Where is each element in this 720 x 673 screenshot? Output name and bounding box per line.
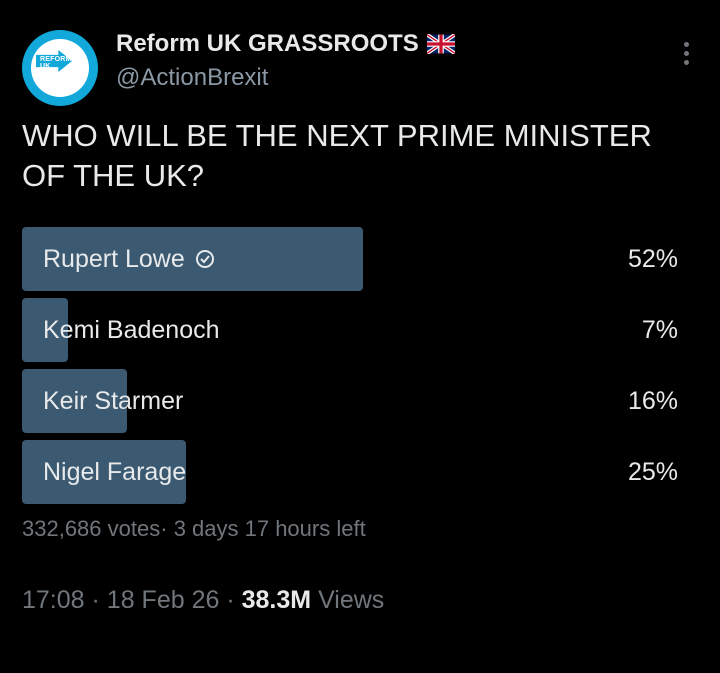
poll: Rupert Lowe 52% Kemi Badenoch 7% Keir St… [22,227,678,511]
poll-option-label: Keir Starmer [43,386,184,415]
poll-option-percent: 16% [627,386,678,415]
author-display-name[interactable]: Reform UK GRASSROOTS [116,30,419,58]
poll-meta: 332,686 votes· 3 days 17 hours left [22,516,366,542]
avatar[interactable]: REFORM UK [22,30,98,106]
poll-option: Nigel Farage 25% [22,440,678,504]
author-handle[interactable]: @ActionBrexit [116,64,268,92]
poll-option-percent: 25% [627,457,678,486]
poll-time-left: 3 days 17 hours left [173,516,366,541]
views-label: Views [318,586,385,614]
poll-option-percent: 7% [641,315,678,344]
author-name-row: Reform UK GRASSROOTS [116,30,455,58]
views-count[interactable]: 38.3M [242,586,311,614]
union-jack-flag-icon [426,34,455,54]
poll-option-label: Nigel Farage [43,457,187,486]
poll-option-label: Rupert Lowe [43,227,215,291]
separator: · [226,586,242,614]
poll-option: Kemi Badenoch 7% [22,298,678,362]
separator: · [91,586,107,614]
poll-option: Keir Starmer 16% [22,369,678,433]
tweet-text: WHO WILL BE THE NEXT PRIME MINISTER OF T… [22,116,702,196]
poll-option-percent: 52% [627,244,678,273]
tweet-time[interactable]: 17:08 [22,586,85,614]
tweet-footer: 17:08 · 18 Feb 26 · 38.3M Views [22,586,384,615]
poll-votes: 332,686 votes [22,516,161,541]
poll-option: Rupert Lowe 52% [22,227,678,291]
tweet-date[interactable]: 18 Feb 26 [107,586,220,614]
tweet-text-line-2: OF THE UK? [22,158,205,193]
poll-option-label-text: Rupert Lowe [43,244,185,273]
tweet-text-line-1: WHO WILL BE THE NEXT PRIME MINISTER [22,118,652,153]
check-circle-icon [195,250,214,268]
avatar-logo-text: REFORM UK [40,56,72,70]
more-vertical-icon[interactable] [676,42,696,66]
separator: · [160,516,174,541]
poll-option-label: Kemi Badenoch [43,315,220,344]
